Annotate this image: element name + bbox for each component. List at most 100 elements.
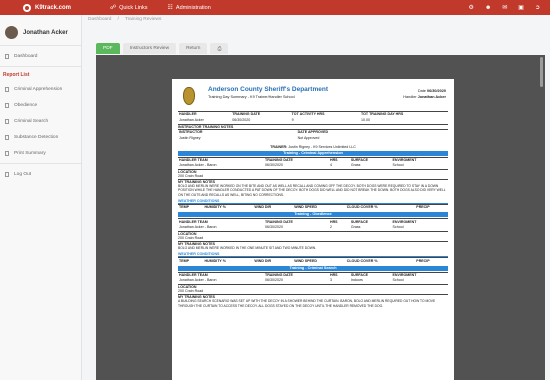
tab-pdf[interactable]: PDF bbox=[96, 43, 120, 54]
notes-text: BOLO AND MERLIN WERE WORKED ON THE BITE … bbox=[178, 184, 446, 197]
weather-header: PRECIP bbox=[415, 203, 448, 211]
settings-icon[interactable]: ⚙ bbox=[469, 4, 474, 11]
location-value: 200 Crain Road bbox=[178, 174, 204, 179]
section-value: School bbox=[392, 163, 404, 168]
sidebar: Jonathan Acker Dashboard Report List Cri… bbox=[0, 15, 82, 380]
location-value: 200 Crain Road bbox=[178, 289, 204, 294]
administration-menu[interactable]: ☷ Administration bbox=[167, 4, 211, 12]
sheriff-badge-icon bbox=[183, 87, 195, 105]
breadcrumb-item-dashboard[interactable]: Dashboard bbox=[88, 17, 111, 22]
notes-text: A BUILDING SEARCH SCENARIO WAS SET UP WI… bbox=[178, 299, 436, 308]
instructor-table: INSTRUCTOR DATE APPROVED Justin Rigney N… bbox=[178, 128, 448, 141]
tab-bar: PDF Instructors Review Return ⎙ bbox=[96, 43, 231, 54]
weather-header: HUMIDITY % bbox=[203, 257, 254, 264]
user-profile[interactable]: Jonathan Acker bbox=[0, 15, 81, 43]
section-value: Grass bbox=[350, 163, 361, 168]
logout-icon[interactable]: ➲ bbox=[535, 4, 540, 11]
doc-subtitle: Training Day Summary - K9 Trainer/Handle… bbox=[208, 95, 295, 99]
doc-header-meta: Date 06/30/2020 Handler Jonathan Acker bbox=[403, 88, 446, 100]
brand[interactable]: K9track.com bbox=[23, 3, 90, 12]
date-approved-value: Not Approved bbox=[297, 135, 320, 140]
logout-icon bbox=[5, 171, 9, 177]
link-icon: ☍ bbox=[110, 5, 117, 11]
section-value: Jonathan Acker - Baron bbox=[179, 225, 217, 229]
section-value: School bbox=[392, 225, 404, 229]
breadcrumb: Dashboard / Training Reviews bbox=[88, 17, 161, 22]
section-value: Indoors bbox=[350, 278, 363, 283]
date-value: 06/30/2020 bbox=[426, 89, 446, 93]
divider bbox=[0, 45, 81, 46]
sidebar-item-label: Criminal Apprehension bbox=[14, 86, 63, 92]
administration-label: Administration bbox=[175, 4, 211, 11]
date-label: Date bbox=[417, 89, 426, 93]
brand-logo-icon bbox=[23, 3, 31, 12]
weather-table: TEMP HUMIDITY % WIND DIR WIND SPEED CLOU… bbox=[178, 203, 448, 211]
weather-header: TEMP bbox=[178, 203, 204, 211]
pdf-page: Anderson County Sheriff's Department Tra… bbox=[172, 79, 454, 380]
weather-header: WIND DIR bbox=[253, 257, 294, 264]
section-title: Training - Obedience bbox=[178, 212, 448, 218]
quick-links-menu[interactable]: ☍ Quick Links bbox=[110, 4, 148, 12]
section-value: 2 bbox=[329, 225, 332, 229]
weather-header: CLOUD COVER % bbox=[345, 257, 416, 264]
weather-header: PRECIP bbox=[415, 257, 448, 264]
document-icon bbox=[5, 118, 9, 124]
sidebar-item-label: Print Summary bbox=[14, 150, 46, 156]
quick-links-label: Quick Links bbox=[119, 4, 148, 11]
section-value: Jonathan Acker - Baron bbox=[179, 278, 217, 283]
notes-text: BOLO AND MERLIN WERE WORKED IN THE ONE M… bbox=[178, 245, 317, 250]
mail-icon[interactable]: ✉ bbox=[502, 4, 507, 11]
print-icon: ⎙ bbox=[217, 46, 222, 52]
sidebar-item-label: Dashboard bbox=[14, 53, 38, 59]
sidebar-item-label: Log Out bbox=[14, 171, 32, 177]
section-table: HANDLER TEAM TRAINING DATE HRS SURFACE E… bbox=[178, 218, 448, 230]
viewer-scrollbar[interactable] bbox=[540, 57, 543, 87]
dashboard-icon bbox=[5, 53, 9, 59]
sidebar-item-substance-detection[interactable]: Substance Detection bbox=[0, 129, 81, 145]
weather-header: CLOUD COVER % bbox=[345, 203, 416, 211]
sidebar-item-criminal-apprehension[interactable]: Criminal Apprehension bbox=[0, 81, 81, 97]
document-icon bbox=[5, 134, 9, 140]
divider bbox=[0, 66, 81, 67]
divider bbox=[0, 163, 81, 164]
admin-icon: ☷ bbox=[167, 5, 173, 11]
sidebar-item-label: Criminal Search bbox=[14, 118, 49, 124]
pdf-viewer[interactable]: Anderson County Sheriff's Department Tra… bbox=[96, 55, 545, 380]
weather-header: HUMIDITY % bbox=[203, 203, 254, 211]
trainer-line: TRAINER: Justin Rigney - K9 Services Unl… bbox=[178, 145, 448, 149]
breadcrumb-separator: / bbox=[117, 17, 119, 22]
section-value: School bbox=[392, 278, 404, 283]
calendar-icon[interactable]: ▣ bbox=[518, 4, 524, 11]
section-value: 06/30/2020 bbox=[265, 278, 283, 283]
summary-table: HANDLER TRAINING DATE TOT ACTIVITY HRS T… bbox=[178, 111, 448, 123]
summary-value: 10.00 bbox=[360, 117, 370, 122]
avatar bbox=[5, 26, 18, 39]
sidebar-item-print-summary[interactable]: Print Summary bbox=[0, 145, 81, 161]
section-title: Training - Criminal Search bbox=[178, 265, 448, 271]
location-value: 200 Crain Road bbox=[178, 235, 204, 240]
report-list-header: Report List bbox=[3, 72, 30, 78]
tab-return[interactable]: Return bbox=[179, 43, 208, 54]
document-icon bbox=[5, 102, 9, 108]
weather-header: TEMP bbox=[178, 257, 204, 264]
user-icon[interactable]: ☻ bbox=[485, 5, 491, 11]
sidebar-item-logout[interactable]: Log Out bbox=[0, 166, 81, 182]
trainer-value: Justin Rigney - K9 Services Unlimited LL… bbox=[288, 144, 356, 149]
sidebar-item-criminal-search[interactable]: Criminal Search bbox=[0, 113, 81, 129]
section-table: HANDLER TEAM TRAINING DATE HRS SURFACE E… bbox=[178, 271, 448, 284]
sidebar-item-label: Substance Detection bbox=[14, 134, 59, 140]
brand-name: K9track.com bbox=[35, 4, 72, 11]
handler-value: Jonathan Acker bbox=[417, 95, 446, 99]
sidebar-item-dashboard[interactable]: Dashboard bbox=[0, 48, 81, 64]
weather-header: WIND SPEED bbox=[293, 203, 346, 211]
weather-header: WIND SPEED bbox=[293, 257, 346, 264]
summary-value: 9 bbox=[291, 117, 294, 122]
section-value: 06/30/2020 bbox=[265, 225, 283, 229]
tab-instructors-review[interactable]: Instructors Review bbox=[122, 43, 177, 54]
sidebar-item-obedience[interactable]: Obedience bbox=[0, 97, 81, 113]
summary-value: Jonathan Acker bbox=[179, 117, 204, 122]
section-value: 3 bbox=[329, 278, 332, 283]
tab-extra[interactable]: ⎙ bbox=[210, 43, 229, 54]
section-value: 4 bbox=[329, 163, 332, 168]
weather-table: TEMP HUMIDITY % WIND DIR WIND SPEED CLOU… bbox=[178, 257, 448, 264]
